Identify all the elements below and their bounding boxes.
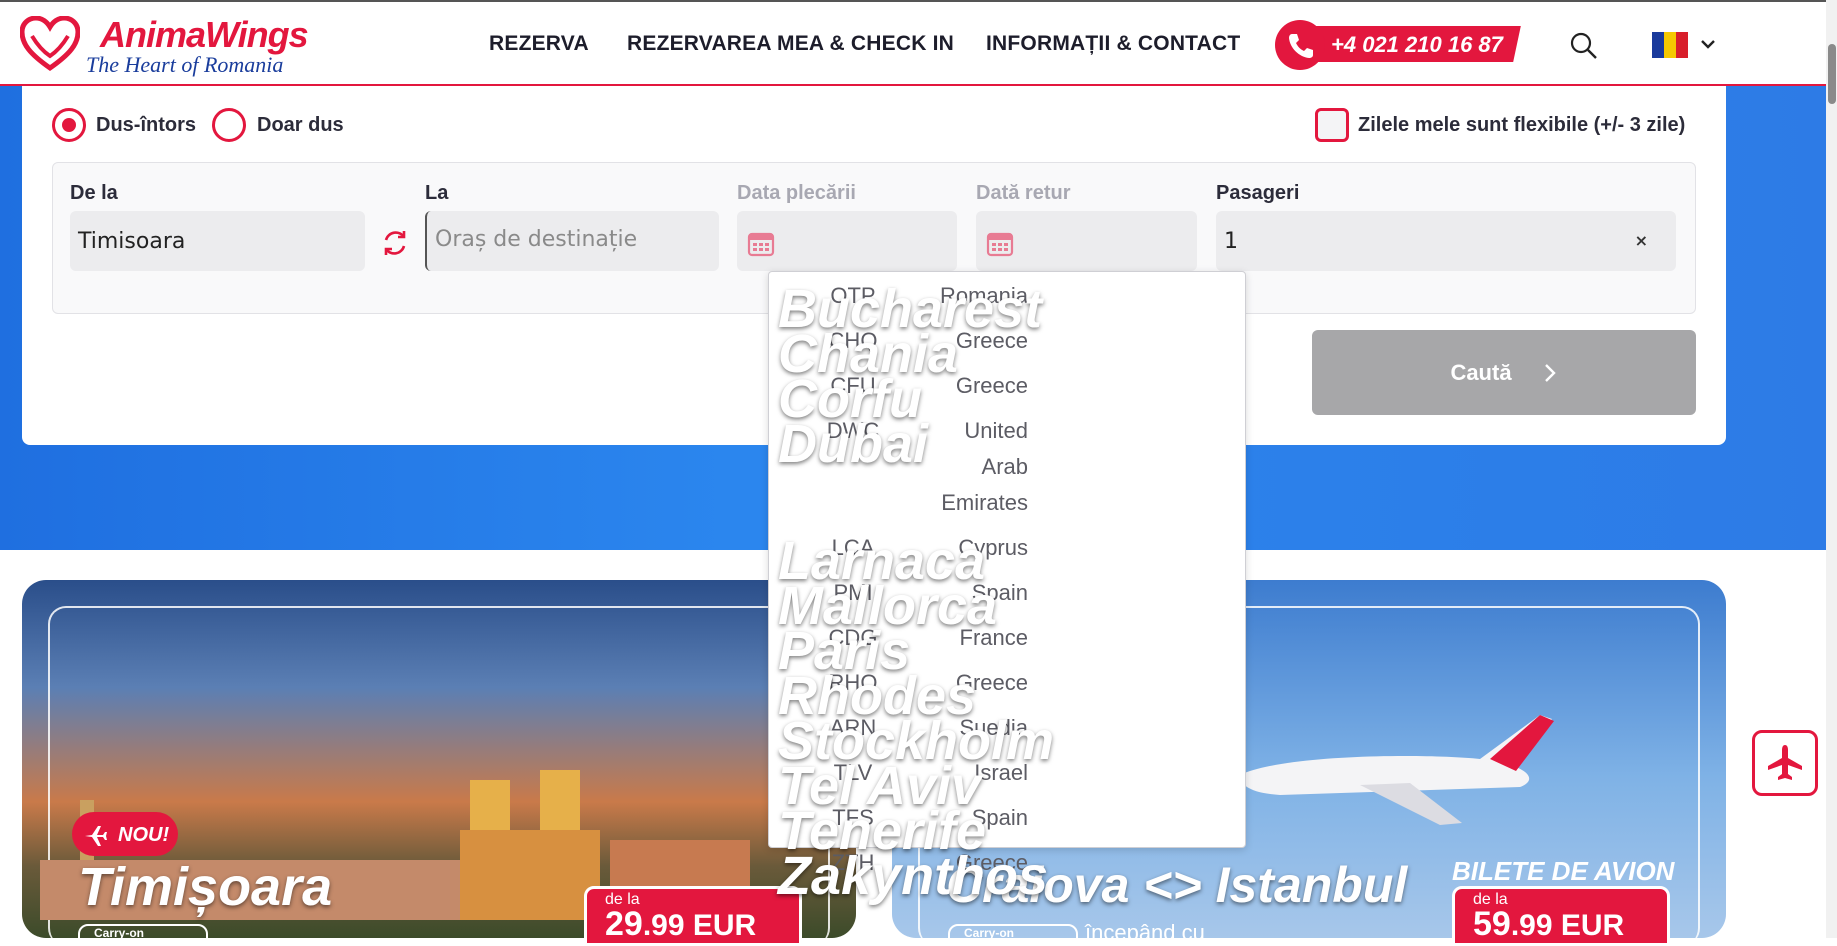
- search-button-label: Caută: [1450, 359, 1512, 385]
- calendar-icon: [986, 232, 1014, 257]
- to-field[interactable]: [425, 211, 719, 271]
- calendar-icon: [747, 232, 775, 257]
- phone-button[interactable]: +4 021 210 16 87: [1275, 20, 1521, 70]
- search-button[interactable]: Caută: [1312, 330, 1696, 415]
- scrollbar[interactable]: [1826, 0, 1837, 938]
- destination-option[interactable]: Dubai DWC United Arab Emirates: [769, 413, 1245, 521]
- radio-round-trip-label[interactable]: Dus-întors: [96, 114, 196, 137]
- price-value: 29.99 EUR: [605, 905, 756, 944]
- airplane-image: [1240, 715, 1554, 825]
- return-date-field[interactable]: [976, 211, 1197, 271]
- scrollbar-thumb[interactable]: [1828, 44, 1836, 104]
- promo-city-timisoara: Timișoara: [78, 857, 333, 917]
- passengers-field[interactable]: 1 ×: [1216, 211, 1676, 271]
- destination-option[interactable]: Corfu CFU Greece: [769, 368, 1245, 429]
- price-rest: .99 EUR: [642, 909, 757, 942]
- new-badge-label: NOU!: [118, 824, 170, 846]
- destination-option[interactable]: Bucharest OTP Romania: [769, 278, 1245, 339]
- price-main: 59: [1473, 905, 1511, 943]
- nav-info-contact[interactable]: INFORMAȚII & CONTACT: [986, 32, 1240, 56]
- price-badge: de la 59.99 EUR: [1452, 886, 1670, 946]
- depart-date-field[interactable]: [737, 211, 957, 271]
- destination-option[interactable]: Larnaca LCA Cyprus: [769, 530, 1245, 591]
- airplane-icon: [1768, 745, 1802, 780]
- from-label: De la: [70, 182, 118, 204]
- depart-label: Data plecării: [737, 182, 856, 204]
- price-value: 59.99 EUR: [1473, 905, 1624, 944]
- destination-option[interactable]: Stockholm ARN Suedia: [769, 710, 1245, 771]
- radio-one-way[interactable]: [212, 108, 246, 142]
- starting-from-label: începând cu: [1085, 920, 1205, 945]
- destination-input[interactable]: [435, 227, 711, 252]
- price-main: 29: [605, 905, 643, 943]
- phone-circle: [1275, 20, 1325, 70]
- phone-icon: [1289, 34, 1313, 58]
- clear-icon[interactable]: ×: [1635, 231, 1648, 250]
- from-field[interactable]: Timisoara: [70, 211, 365, 271]
- from-value: Timisoara: [78, 229, 186, 254]
- carry-on-badge: Carry-on: [948, 924, 1078, 944]
- radio-round-trip[interactable]: [52, 108, 86, 142]
- destination-option[interactable]: Paris CDG France: [769, 620, 1245, 681]
- to-label: La: [425, 182, 449, 204]
- chevron-right-icon: [1544, 363, 1556, 382]
- passengers-label: Pasageri: [1216, 182, 1300, 204]
- plane-icon: [85, 826, 107, 846]
- chevron-down-icon[interactable]: [1698, 34, 1718, 54]
- radio-one-way-label[interactable]: Doar dus: [257, 114, 344, 137]
- phone-number: +4 021 210 16 87: [1331, 32, 1503, 57]
- destination-dropdown[interactable]: Bucharest OTP Romania Chania CHQ Greece Corfu C…: [768, 271, 1246, 906]
- destination-option[interactable]: Tenerife TFS Spain: [769, 800, 1245, 861]
- price-rest: .99 EUR: [1510, 909, 1625, 942]
- swap-icon[interactable]: [380, 228, 410, 258]
- carry-on-badge: Carry-on: [78, 924, 208, 944]
- flight-quick-button[interactable]: [1752, 730, 1818, 796]
- tickets-label: BILETE DE AVION: [1452, 856, 1675, 886]
- destination-country: United Arab Emirates: [941, 418, 1028, 515]
- passengers-value: 1: [1224, 229, 1238, 254]
- destination-option[interactable]: Mallorca PMI Spain: [769, 575, 1245, 636]
- new-badge: NOU!: [72, 812, 178, 856]
- brand-logo[interactable]: AnimaWings The Heart of Romania: [20, 14, 310, 77]
- nav-rezerva[interactable]: REZERVA: [489, 32, 589, 56]
- brand-tagline: The Heart of Romania: [86, 52, 284, 77]
- heart-logo-icon: [20, 16, 80, 72]
- destination-option[interactable]: Zakynthos ZTH Greece: [769, 845, 1245, 906]
- destination-city: Zakynthos: [778, 846, 1049, 906]
- return-label: Dată retur: [976, 182, 1071, 204]
- flexible-dates-checkbox[interactable]: [1315, 108, 1349, 142]
- flexible-dates-label[interactable]: Zilele mele sunt flexibile (+/- 3 zile): [1358, 114, 1685, 137]
- search-icon[interactable]: [1570, 32, 1598, 60]
- destination-option[interactable]: Rhodes RHO Greece: [769, 665, 1245, 726]
- brand-name: AnimaWings: [100, 14, 309, 55]
- destination-city: Dubai: [778, 414, 929, 474]
- romania-flag-icon[interactable]: [1652, 32, 1688, 58]
- nav-my-booking[interactable]: REZERVAREA MEA & CHECK IN: [627, 32, 954, 56]
- price-badge: de la 29.99 EUR: [584, 886, 802, 946]
- site-header: AnimaWings The Heart of Romania REZERVA …: [0, 0, 1826, 86]
